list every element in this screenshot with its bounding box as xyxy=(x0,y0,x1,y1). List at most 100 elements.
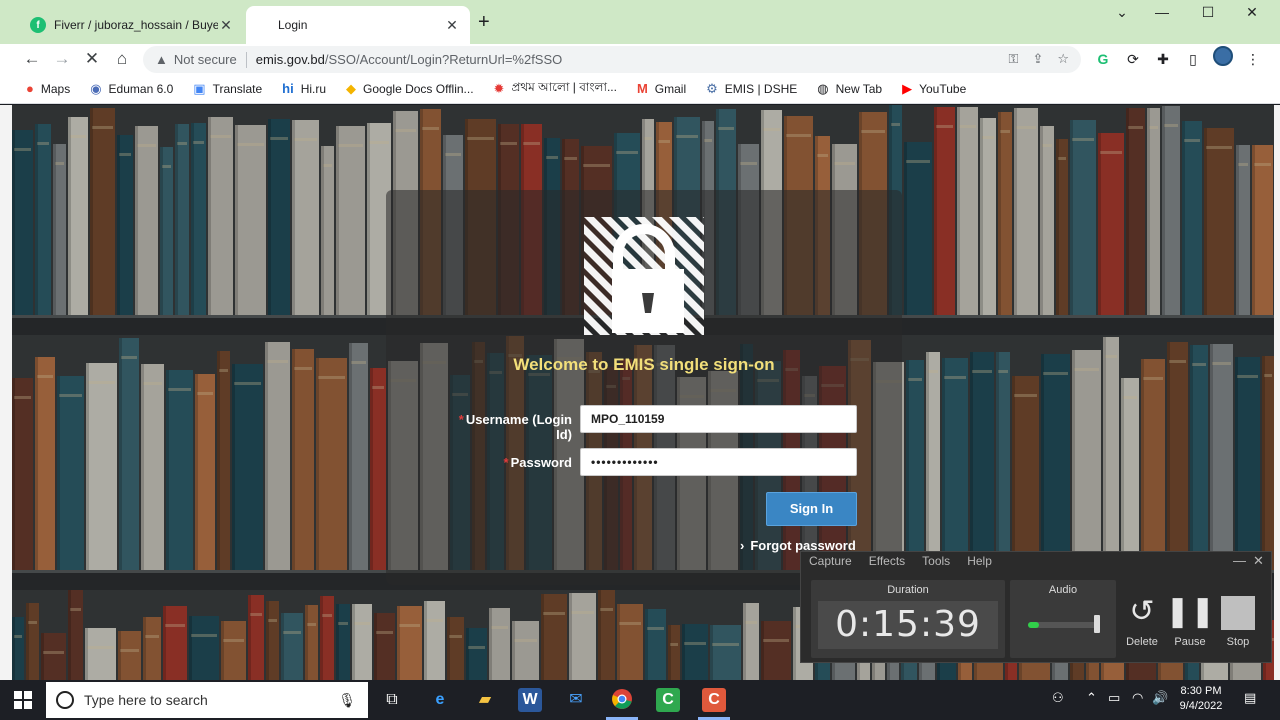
task-view-icon[interactable]: ⧉ xyxy=(380,688,404,712)
bookmark-label: New Tab xyxy=(835,81,883,96)
search-placeholder: Type here to search xyxy=(84,692,208,708)
prothom-alo-icon: ✹ xyxy=(493,80,505,96)
bookmark-eduman[interactable]: ◉ Eduman 6.0 xyxy=(90,81,173,97)
bookmark-youtube[interactable]: ▶ YouTube xyxy=(902,81,966,97)
close-tab-icon[interactable]: ✕ xyxy=(218,17,234,34)
bookmark-prothom-alo[interactable]: ✹ প্রথম আলো | বাংলা... xyxy=(494,79,617,99)
recorder-close-button[interactable]: ✕ xyxy=(1253,553,1264,569)
tab-fiverr[interactable]: f Fiverr / juboraz_hossain / Buyer R ✕ xyxy=(20,6,244,44)
clock-time: 8:30 PM xyxy=(1180,685,1222,697)
bookmark-google-docs[interactable]: ◆ Google Docs Offlin... xyxy=(346,81,474,97)
audio-level-meter[interactable] xyxy=(1028,615,1100,633)
bookmark-new-tab[interactable]: ◍ New Tab xyxy=(817,81,882,97)
password-input[interactable]: ••••••••••••• xyxy=(580,448,857,476)
youtube-icon: ▶ xyxy=(902,80,913,96)
edge-icon[interactable]: e xyxy=(428,688,452,712)
chrome-icon[interactable] xyxy=(610,688,634,712)
audio-level-fill xyxy=(1028,622,1039,628)
profile-avatar[interactable] xyxy=(1213,46,1233,66)
eduman-icon: ◉ xyxy=(90,80,102,96)
background-window-edge xyxy=(1274,105,1280,680)
address-bar[interactable]: ▲ Not secure emis.gov.bd /SSO/Account/Lo… xyxy=(143,46,1081,73)
bookmark-gmail[interactable]: M Gmail xyxy=(637,81,686,96)
pause-button[interactable]: ❚❚ Pause xyxy=(1165,592,1215,648)
url-path: /SSO/Account/Login?ReturnUrl=%2fSSO xyxy=(324,52,563,67)
stop-loading-button[interactable]: ✕ xyxy=(80,48,104,70)
camtasia-icon[interactable]: C xyxy=(656,688,680,712)
bookmark-label: EMIS | DSHE xyxy=(724,81,798,96)
bookmark-label: Translate xyxy=(212,81,263,96)
divider xyxy=(245,51,247,68)
share-icon[interactable]: ⇪ xyxy=(1032,51,1043,67)
microphone-icon[interactable]: 🎙 xyxy=(338,692,356,709)
sync-extension-icon[interactable]: ⟳ xyxy=(1124,50,1142,68)
translate-icon: ▣ xyxy=(193,80,206,96)
new-tab-button[interactable]: + xyxy=(478,12,490,32)
bookmark-label: Gmail xyxy=(654,81,687,96)
windows-taskbar: Type here to search 🎙 ⧉ e ▰ W ✉ C C ⚇ ⌃ … xyxy=(0,680,1280,720)
tab-title: Login xyxy=(278,18,308,32)
maximize-button[interactable]: ☐ xyxy=(1188,4,1228,21)
tab-strip: f Fiverr / juboraz_hossain / Buyer R ✕ L… xyxy=(0,0,1280,44)
menu-kebab-icon[interactable]: ⋮ xyxy=(1244,50,1262,68)
side-panel-icon[interactable]: ▯ xyxy=(1184,50,1202,68)
extensions-puzzle-icon[interactable]: ✚ xyxy=(1154,50,1172,68)
audio-volume-slider[interactable] xyxy=(1094,615,1100,633)
grammarly-extension-icon[interactable]: G xyxy=(1094,50,1112,68)
screen-recorder-widget: Capture Effects Tools Help — ✕ Duration … xyxy=(800,551,1272,663)
windows-logo-icon xyxy=(14,691,32,709)
key-icon[interactable]: ⚿ xyxy=(1009,51,1019,67)
stop-button[interactable]: Stop xyxy=(1213,592,1263,648)
wifi-icon[interactable]: ◠ xyxy=(1132,690,1143,706)
word-icon[interactable]: W xyxy=(518,688,542,712)
mail-icon[interactable]: ✉ xyxy=(564,688,588,712)
screen: f Fiverr / juboraz_hossain / Buyer R ✕ L… xyxy=(0,0,1280,720)
back-button[interactable]: ← xyxy=(20,48,44,70)
start-button[interactable] xyxy=(0,680,46,720)
file-explorer-icon[interactable]: ▰ xyxy=(473,688,497,712)
tab-login[interactable]: Login ✕ xyxy=(246,6,470,44)
forward-button[interactable]: → xyxy=(50,48,74,70)
battery-icon[interactable]: ▭ xyxy=(1108,690,1120,706)
stop-icon xyxy=(1213,592,1263,636)
required-marker: * xyxy=(458,412,464,427)
bookmark-star-icon[interactable]: ☆ xyxy=(1057,51,1069,67)
bookmark-emis[interactable]: ⚙ EMIS | DSHE xyxy=(706,81,797,97)
close-tab-icon[interactable]: ✕ xyxy=(444,17,460,34)
username-label-text: Username (Login Id) xyxy=(465,412,572,442)
people-icon[interactable]: ⚇ xyxy=(1052,690,1064,706)
close-window-button[interactable]: ✕ xyxy=(1232,4,1272,21)
taskbar-search-box[interactable]: Type here to search 🎙 xyxy=(46,682,368,718)
bookmark-maps[interactable]: ● Maps xyxy=(26,81,70,96)
sign-in-button[interactable]: Sign In xyxy=(766,492,857,526)
notifications-icon[interactable]: ▤ xyxy=(1244,690,1256,706)
camtasia-recorder-icon[interactable]: C xyxy=(702,688,726,712)
taskbar-clock[interactable]: 8:30 PM 9/4/2022 xyxy=(1166,684,1236,714)
bookmark-translate[interactable]: ▣ Translate xyxy=(193,81,262,97)
tab-search-icon[interactable]: ⌄ xyxy=(1102,4,1142,21)
username-input[interactable]: MPO_110159 xyxy=(580,405,857,433)
docs-icon: ◆ xyxy=(346,80,357,96)
recorder-menu: Capture Effects Tools Help xyxy=(809,554,992,568)
menu-effects[interactable]: Effects xyxy=(869,554,905,568)
stop-label: Stop xyxy=(1226,636,1250,648)
menu-tools[interactable]: Tools xyxy=(922,554,950,568)
delete-button[interactable]: ↺ Delete xyxy=(1117,592,1167,648)
delete-undo-icon: ↺ xyxy=(1129,595,1155,628)
gmail-icon: M xyxy=(636,81,648,96)
menu-capture[interactable]: Capture xyxy=(809,554,852,568)
required-marker: * xyxy=(503,455,509,470)
show-hidden-icons-chevron-icon[interactable]: ⌃ xyxy=(1086,690,1097,706)
bookmark-hi[interactable]: hi Hi.ru xyxy=(282,81,326,96)
username-label: * Username (Login Id) xyxy=(440,412,572,442)
chevron-right-icon: › xyxy=(740,538,745,553)
minimize-button[interactable]: — xyxy=(1142,4,1182,20)
bookmarks-bar: ● Maps ◉ Eduman 6.0 ▣ Translate hi Hi.ru ◆ Go… xyxy=(0,74,1280,104)
menu-help[interactable]: Help xyxy=(967,554,992,568)
duration-timer: 0:15:39 xyxy=(818,601,998,649)
browser-toolbar: ← → ✕ ⌂ ▲ Not secure emis.gov.bd /SSO/Ac… xyxy=(0,44,1280,74)
recorder-minimize-button[interactable]: — xyxy=(1233,553,1246,568)
bookmark-label: Maps xyxy=(40,81,71,96)
pause-label: Pause xyxy=(1174,636,1206,648)
home-button[interactable]: ⌂ xyxy=(110,48,134,70)
